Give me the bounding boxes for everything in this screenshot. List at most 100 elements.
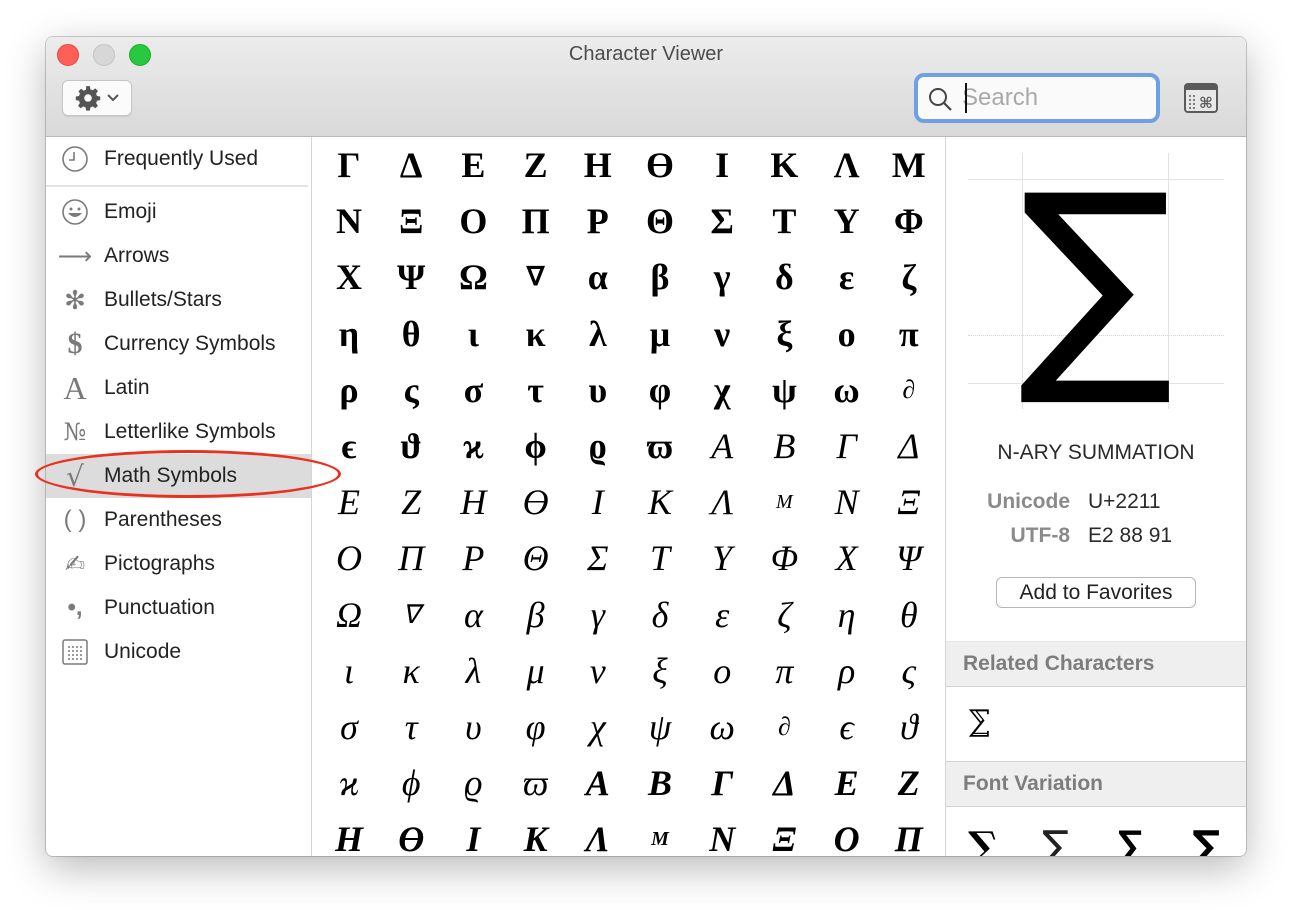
character-cell[interactable]: ϖ: [505, 755, 567, 811]
character-cell[interactable]: ϰ: [442, 418, 504, 474]
character-cell[interactable]: μ: [629, 306, 691, 362]
character-cell[interactable]: Ξ: [878, 474, 940, 530]
character-cell[interactable]: ϱ: [442, 755, 504, 811]
character-cell[interactable]: α: [442, 587, 504, 643]
character-cell[interactable]: Τ: [753, 193, 815, 249]
character-cell[interactable]: ς: [878, 643, 940, 699]
character-cell[interactable]: ϖ: [629, 418, 691, 474]
character-cell[interactable]: Λ: [691, 474, 753, 530]
character-cell[interactable]: π: [878, 306, 940, 362]
character-cell[interactable]: ο: [691, 643, 753, 699]
font-variation-item[interactable]: ∑: [1116, 823, 1145, 856]
character-cell[interactable]: Ν: [318, 193, 380, 249]
character-cell[interactable]: σ: [318, 699, 380, 755]
character-cell[interactable]: ϱ: [567, 418, 629, 474]
character-cell[interactable]: σ: [442, 362, 504, 418]
character-cell[interactable]: ϴ: [505, 474, 567, 530]
character-cell[interactable]: ϴ: [629, 137, 691, 193]
character-cell[interactable]: Θ: [629, 193, 691, 249]
character-cell[interactable]: Ζ: [380, 474, 442, 530]
character-cell[interactable]: Χ: [816, 530, 878, 586]
character-cell[interactable]: Β: [753, 418, 815, 474]
sidebar-item-math-symbols[interactable]: √ Math Symbols: [46, 454, 311, 498]
character-cell[interactable]: ν: [691, 306, 753, 362]
character-cell[interactable]: Ι: [442, 811, 504, 856]
character-cell[interactable]: ψ: [629, 699, 691, 755]
character-cell[interactable]: η: [318, 306, 380, 362]
character-cell[interactable]: Φ: [878, 193, 940, 249]
character-cell[interactable]: δ: [629, 587, 691, 643]
character-cell[interactable]: ε: [816, 249, 878, 305]
character-cell[interactable]: Ι: [691, 137, 753, 193]
character-cell[interactable]: Ο: [816, 811, 878, 856]
character-cell[interactable]: Η: [442, 474, 504, 530]
character-cell[interactable]: Ο: [442, 193, 504, 249]
character-cell[interactable]: ε: [691, 587, 753, 643]
sidebar-item-unicode[interactable]: Unicode: [46, 630, 311, 674]
character-cell[interactable]: Δ: [878, 418, 940, 474]
keyboard-viewer-button[interactable]: ⌘: [1184, 83, 1218, 113]
character-cell[interactable]: Ρ: [442, 530, 504, 586]
character-cell[interactable]: Ν: [816, 474, 878, 530]
character-cell[interactable]: Ω: [442, 249, 504, 305]
character-cell[interactable]: Θ: [505, 530, 567, 586]
character-cell[interactable]: γ: [567, 587, 629, 643]
character-cell[interactable]: δ: [753, 249, 815, 305]
character-cell[interactable]: ∂: [878, 362, 940, 418]
character-cell[interactable]: β: [629, 249, 691, 305]
character-cell[interactable]: ρ: [318, 362, 380, 418]
character-cell[interactable]: Ζ: [878, 755, 940, 811]
sidebar-item-frequently-used[interactable]: Frequently Used: [46, 137, 311, 181]
character-cell[interactable]: ϕ: [380, 755, 442, 811]
character-cell[interactable]: κ: [380, 643, 442, 699]
character-cell[interactable]: ϑ: [380, 418, 442, 474]
character-cell[interactable]: Γ: [691, 755, 753, 811]
character-cell[interactable]: Ω: [318, 587, 380, 643]
character-cell[interactable]: Π: [505, 193, 567, 249]
character-cell[interactable]: Χ: [318, 249, 380, 305]
character-cell[interactable]: ξ: [629, 643, 691, 699]
character-cell[interactable]: ζ: [753, 587, 815, 643]
character-cell[interactable]: Ξ: [753, 811, 815, 856]
character-cell[interactable]: ω: [816, 362, 878, 418]
character-cell[interactable]: ο: [816, 306, 878, 362]
character-cell[interactable]: Ξ: [380, 193, 442, 249]
font-variation-item[interactable]: ∑: [968, 823, 998, 856]
character-cell[interactable]: ς: [380, 362, 442, 418]
character-cell[interactable]: Σ: [691, 193, 753, 249]
character-cell[interactable]: Υ: [691, 530, 753, 586]
related-character[interactable]: ⅀: [968, 704, 989, 739]
character-cell[interactable]: Κ: [753, 137, 815, 193]
character-cell[interactable]: Γ: [318, 137, 380, 193]
character-cell[interactable]: Μ: [629, 811, 691, 856]
character-cell[interactable]: Η: [318, 811, 380, 856]
character-cell[interactable]: θ: [878, 587, 940, 643]
character-cell[interactable]: ξ: [753, 306, 815, 362]
character-cell[interactable]: Ψ: [878, 530, 940, 586]
character-cell[interactable]: Λ: [567, 811, 629, 856]
sidebar-item-pictographs[interactable]: ✍ Pictographs: [46, 542, 311, 586]
character-cell[interactable]: χ: [567, 699, 629, 755]
character-cell[interactable]: Π: [380, 530, 442, 586]
character-cell[interactable]: η: [816, 587, 878, 643]
character-cell[interactable]: ϴ: [380, 811, 442, 856]
character-cell[interactable]: γ: [691, 249, 753, 305]
character-cell[interactable]: Σ: [567, 530, 629, 586]
sidebar-item-arrows[interactable]: ⟶ Arrows: [46, 234, 311, 278]
character-cell[interactable]: Γ: [816, 418, 878, 474]
character-cell[interactable]: β: [505, 587, 567, 643]
character-cell[interactable]: ρ: [816, 643, 878, 699]
character-cell[interactable]: ∇: [380, 587, 442, 643]
character-cell[interactable]: λ: [442, 643, 504, 699]
character-cell[interactable]: Κ: [505, 811, 567, 856]
character-cell[interactable]: ϰ: [318, 755, 380, 811]
character-cell[interactable]: π: [753, 643, 815, 699]
character-cell[interactable]: λ: [567, 306, 629, 362]
sidebar-item-punctuation[interactable]: •, Punctuation: [46, 586, 311, 630]
character-cell[interactable]: Δ: [753, 755, 815, 811]
character-cell[interactable]: ι: [318, 643, 380, 699]
character-cell[interactable]: ϑ: [878, 699, 940, 755]
character-cell[interactable]: Ν: [691, 811, 753, 856]
character-cell[interactable]: ψ: [753, 362, 815, 418]
character-cell[interactable]: ϵ: [816, 699, 878, 755]
